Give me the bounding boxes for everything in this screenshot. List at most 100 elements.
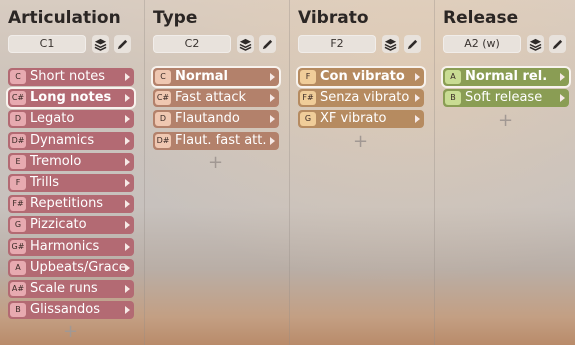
note-badge: B	[445, 91, 461, 105]
layers-icon	[94, 38, 107, 51]
column-title: Articulation	[8, 8, 121, 28]
note-badge: C	[10, 70, 26, 84]
item-label: Glissandos	[30, 302, 101, 317]
articulation-column: Articulation C1 C Short notes C# Long notes…	[6, 0, 146, 345]
note-badge: E	[10, 155, 26, 169]
item-label: Pizzicato	[30, 217, 87, 232]
list-item[interactable]: F# Repetitions	[8, 195, 134, 213]
edit-button[interactable]	[259, 35, 276, 53]
item-label: Senza vibrato	[320, 90, 410, 105]
chevron-right-icon	[270, 137, 275, 145]
item-label: Tremolo	[30, 154, 82, 169]
note-badge: C#	[10, 91, 26, 105]
note-badge: D	[155, 112, 171, 126]
chevron-right-icon	[125, 94, 130, 102]
item-label: Soft release	[465, 90, 543, 105]
list-item[interactable]: G# Harmonics	[8, 238, 134, 256]
list-item[interactable]: D Legato	[8, 110, 134, 128]
item-label: Normal	[175, 69, 228, 84]
edit-button[interactable]	[404, 35, 421, 53]
list-item[interactable]: C# Fast attack	[153, 89, 279, 107]
chevron-right-icon	[560, 94, 565, 102]
list-item[interactable]: A# Scale runs	[8, 280, 134, 298]
note-badge: F#	[10, 197, 26, 211]
list-item[interactable]: C Short notes	[8, 68, 134, 86]
release-column: Release A2 (w) A Normal rel. B Soft release…	[441, 0, 575, 345]
chevron-right-icon	[125, 158, 130, 166]
item-label: Legato	[30, 111, 75, 126]
layers-button[interactable]	[382, 35, 399, 53]
chevron-right-icon	[125, 243, 130, 251]
list-item[interactable]: D# Dynamics	[8, 132, 134, 150]
chevron-right-icon	[270, 73, 275, 81]
chevron-right-icon	[270, 115, 275, 123]
item-label: Flaut. fast att.	[175, 133, 267, 148]
edit-button[interactable]	[114, 35, 131, 53]
add-release-button[interactable]: +	[498, 110, 513, 131]
column-title: Release	[443, 8, 519, 28]
item-label: Dynamics	[30, 133, 95, 148]
vibrato-column: Vibrato F2 F Con vibrato F# Senza vibrato G X…	[296, 0, 436, 345]
chevron-right-icon	[415, 73, 420, 81]
list-item[interactable]: D Flautando	[153, 110, 279, 128]
note-badge: F	[300, 70, 316, 84]
list-item[interactable]: A Upbeats/Grace	[8, 259, 134, 277]
item-label: XF vibrato	[320, 111, 387, 126]
keyswitch-row: C1	[8, 35, 136, 53]
chevron-right-icon	[125, 306, 130, 314]
layers-button[interactable]	[92, 35, 109, 53]
item-label: Repetitions	[30, 196, 104, 211]
chevron-right-icon	[125, 264, 130, 272]
add-vibrato-button[interactable]: +	[353, 131, 368, 152]
layers-button[interactable]	[237, 35, 254, 53]
chevron-right-icon	[125, 73, 130, 81]
note-badge: F	[10, 176, 26, 190]
item-label: Scale runs	[30, 281, 98, 296]
item-label: Upbeats/Grace	[30, 260, 127, 275]
item-label: Flautando	[175, 111, 240, 126]
item-label: Normal rel.	[465, 69, 548, 84]
note-badge: D#	[155, 134, 171, 148]
keyswitch-field[interactable]: A2 (w)	[443, 35, 521, 53]
list-item[interactable]: E Tremolo	[8, 153, 134, 171]
list-item[interactable]: F# Senza vibrato	[298, 89, 424, 107]
list-item[interactable]: C# Long notes	[8, 89, 134, 107]
keyswitch-field[interactable]: F2	[298, 35, 376, 53]
chevron-right-icon	[125, 115, 130, 123]
keyswitch-field[interactable]: C1	[8, 35, 86, 53]
list-item[interactable]: A Normal rel.	[443, 68, 569, 86]
keyswitch-row: F2	[298, 35, 426, 53]
layers-button[interactable]	[527, 35, 544, 53]
chevron-right-icon	[125, 137, 130, 145]
list-item[interactable]: F Trills	[8, 174, 134, 192]
list-item[interactable]: G XF vibrato	[298, 110, 424, 128]
list-item[interactable]: B Glissandos	[8, 301, 134, 319]
list-item[interactable]: B Soft release	[443, 89, 569, 107]
list-item[interactable]: D# Flaut. fast att.	[153, 132, 279, 150]
add-type-button[interactable]: +	[208, 152, 223, 173]
note-badge: G#	[10, 240, 26, 254]
note-badge: A	[445, 70, 461, 84]
layers-icon	[529, 38, 542, 51]
keyswitch-row: A2 (w)	[443, 35, 571, 53]
keyswitch-field[interactable]: C2	[153, 35, 231, 53]
column-title: Type	[153, 8, 198, 28]
note-badge: D	[10, 112, 26, 126]
add-articulation-button[interactable]: +	[63, 321, 78, 342]
pencil-icon	[117, 39, 128, 49]
pencil-icon	[262, 39, 273, 49]
edit-button[interactable]	[549, 35, 566, 53]
note-badge: A	[10, 261, 26, 275]
list-item[interactable]: F Con vibrato	[298, 68, 424, 86]
item-label: Trills	[30, 175, 59, 190]
item-label: Con vibrato	[320, 69, 405, 84]
note-badge: B	[10, 303, 26, 317]
chevron-right-icon	[125, 179, 130, 187]
item-label: Fast attack	[175, 90, 247, 105]
note-badge: C#	[155, 91, 171, 105]
keyswitch-row: C2	[153, 35, 281, 53]
list-item[interactable]: G Pizzicato	[8, 216, 134, 234]
note-badge: F#	[300, 91, 316, 105]
note-badge: G	[300, 112, 316, 126]
list-item[interactable]: C Normal	[153, 68, 279, 86]
